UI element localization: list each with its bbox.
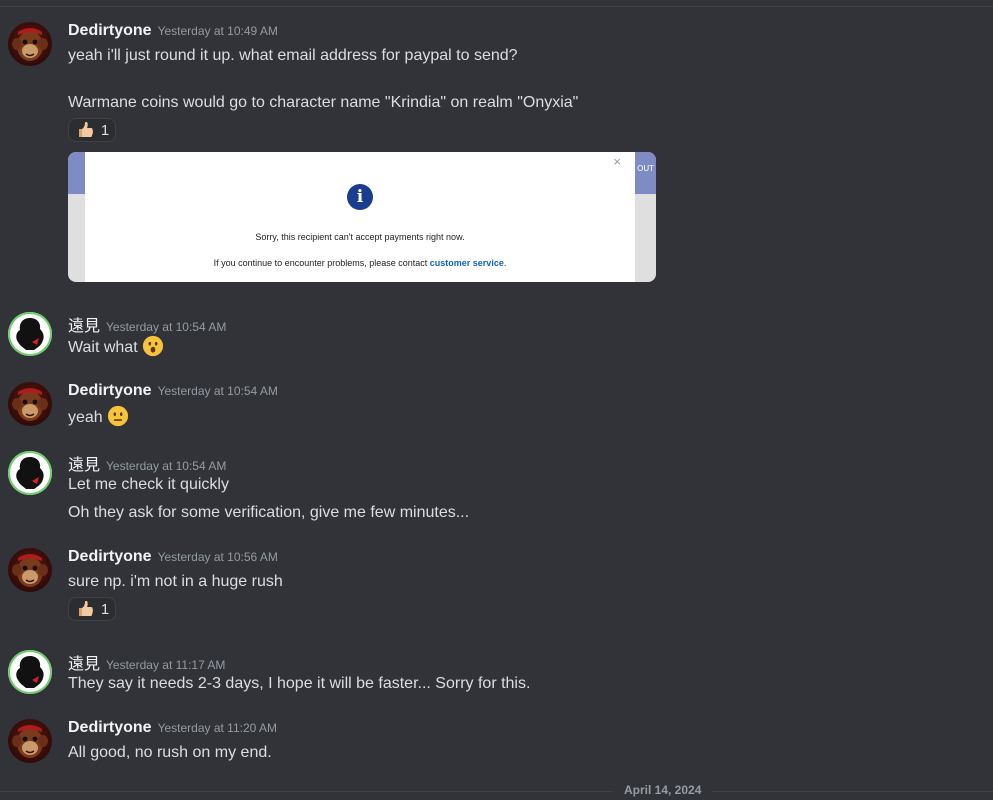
neutral-face-emoji bbox=[107, 405, 128, 427]
message-header: 遠見 Yesterday at 11:17 AM bbox=[68, 650, 226, 673]
paypal-dialog: × i Sorry, this recipient can't accept p… bbox=[85, 152, 635, 282]
message-header: 遠見 Yesterday at 10:54 AM bbox=[68, 312, 227, 335]
timestamp: Yesterday at 10:56 AM bbox=[157, 550, 278, 564]
username[interactable]: 遠見 bbox=[68, 455, 100, 474]
monkey-avatar-icon bbox=[11, 553, 49, 588]
message-text: yeah bbox=[68, 405, 129, 429]
info-icon: i bbox=[347, 184, 373, 210]
username[interactable]: 遠見 bbox=[68, 654, 100, 673]
avatar[interactable] bbox=[8, 719, 52, 763]
customer-service-link: customer service bbox=[429, 258, 504, 268]
message-text: Warmane coins would go to character name… bbox=[68, 94, 579, 111]
date-divider: April 14, 2024 bbox=[624, 783, 702, 797]
message-text: All good, no rush on my end. bbox=[68, 744, 272, 761]
monkey-avatar-icon bbox=[11, 724, 49, 759]
date-divider-line bbox=[712, 791, 993, 792]
reaction-thumbs-up[interactable]: 1 bbox=[68, 118, 116, 142]
thumbs-up-icon bbox=[78, 600, 93, 616]
message-header: Dedirtyone Yesterday at 10:49 AM bbox=[68, 22, 278, 44]
close-icon: × bbox=[613, 154, 621, 169]
timestamp: Yesterday at 11:20 AM bbox=[157, 721, 277, 735]
message-text: yeah i'll just round it up. what email a… bbox=[68, 47, 518, 64]
avatar[interactable] bbox=[8, 22, 52, 66]
monkey-avatar-icon bbox=[11, 387, 49, 422]
paypal-header-strip bbox=[68, 152, 85, 194]
message-text: sure np. i'm not in a huge rush bbox=[68, 573, 283, 590]
dialog-help-text: If you continue to encounter problems, p… bbox=[213, 258, 507, 268]
message-text: Let me check it quickly bbox=[68, 476, 229, 493]
timestamp: Yesterday at 10:54 AM bbox=[157, 384, 278, 398]
username[interactable]: Dedirtyone bbox=[68, 719, 152, 736]
message-header: Dedirtyone Yesterday at 11:20 AM bbox=[68, 719, 277, 741]
thumbs-up-icon bbox=[78, 121, 93, 137]
avatar[interactable] bbox=[8, 548, 52, 592]
message-header: 遠見 Yesterday at 10:54 AM bbox=[68, 451, 227, 474]
avatar[interactable] bbox=[8, 650, 52, 694]
message-header: Dedirtyone Yesterday at 10:54 AM bbox=[68, 382, 278, 404]
timestamp: Yesterday at 10:49 AM bbox=[157, 24, 278, 38]
top-divider bbox=[0, 6, 993, 7]
avatar[interactable] bbox=[8, 382, 52, 426]
reaction-thumbs-up[interactable]: 1 bbox=[68, 597, 116, 621]
message-header: Dedirtyone Yesterday at 10:56 AM bbox=[68, 548, 278, 570]
image-attachment[interactable]: OUT × i Sorry, this recipient can't acce… bbox=[68, 152, 656, 282]
shadow-figure-avatar-icon bbox=[13, 457, 44, 493]
shadow-figure-avatar-icon bbox=[13, 656, 44, 692]
message-text: They say it needs 2-3 days, I hope it wi… bbox=[68, 675, 531, 692]
paypal-header-strip-right: OUT bbox=[635, 152, 656, 194]
message-text: Oh they ask for some verification, give … bbox=[68, 504, 470, 521]
timestamp: Yesterday at 10:54 AM bbox=[106, 320, 227, 334]
shadow-figure-avatar-icon bbox=[13, 318, 44, 354]
reaction-count: 1 bbox=[100, 600, 110, 618]
reaction-count: 1 bbox=[100, 121, 110, 139]
timestamp: Yesterday at 11:17 AM bbox=[106, 658, 226, 672]
username[interactable]: Dedirtyone bbox=[68, 382, 152, 399]
hushed-face-emoji bbox=[142, 335, 163, 357]
username[interactable]: Dedirtyone bbox=[68, 548, 152, 565]
avatar[interactable] bbox=[8, 312, 52, 356]
username[interactable]: 遠見 bbox=[68, 316, 100, 335]
message-text: Wait what bbox=[68, 335, 164, 359]
date-divider-line bbox=[0, 791, 612, 792]
avatar[interactable] bbox=[8, 451, 52, 495]
monkey-avatar-icon bbox=[11, 27, 49, 62]
timestamp: Yesterday at 10:54 AM bbox=[106, 459, 227, 473]
username[interactable]: Dedirtyone bbox=[68, 22, 152, 39]
dialog-message: Sorry, this recipient can't accept payme… bbox=[255, 232, 465, 242]
